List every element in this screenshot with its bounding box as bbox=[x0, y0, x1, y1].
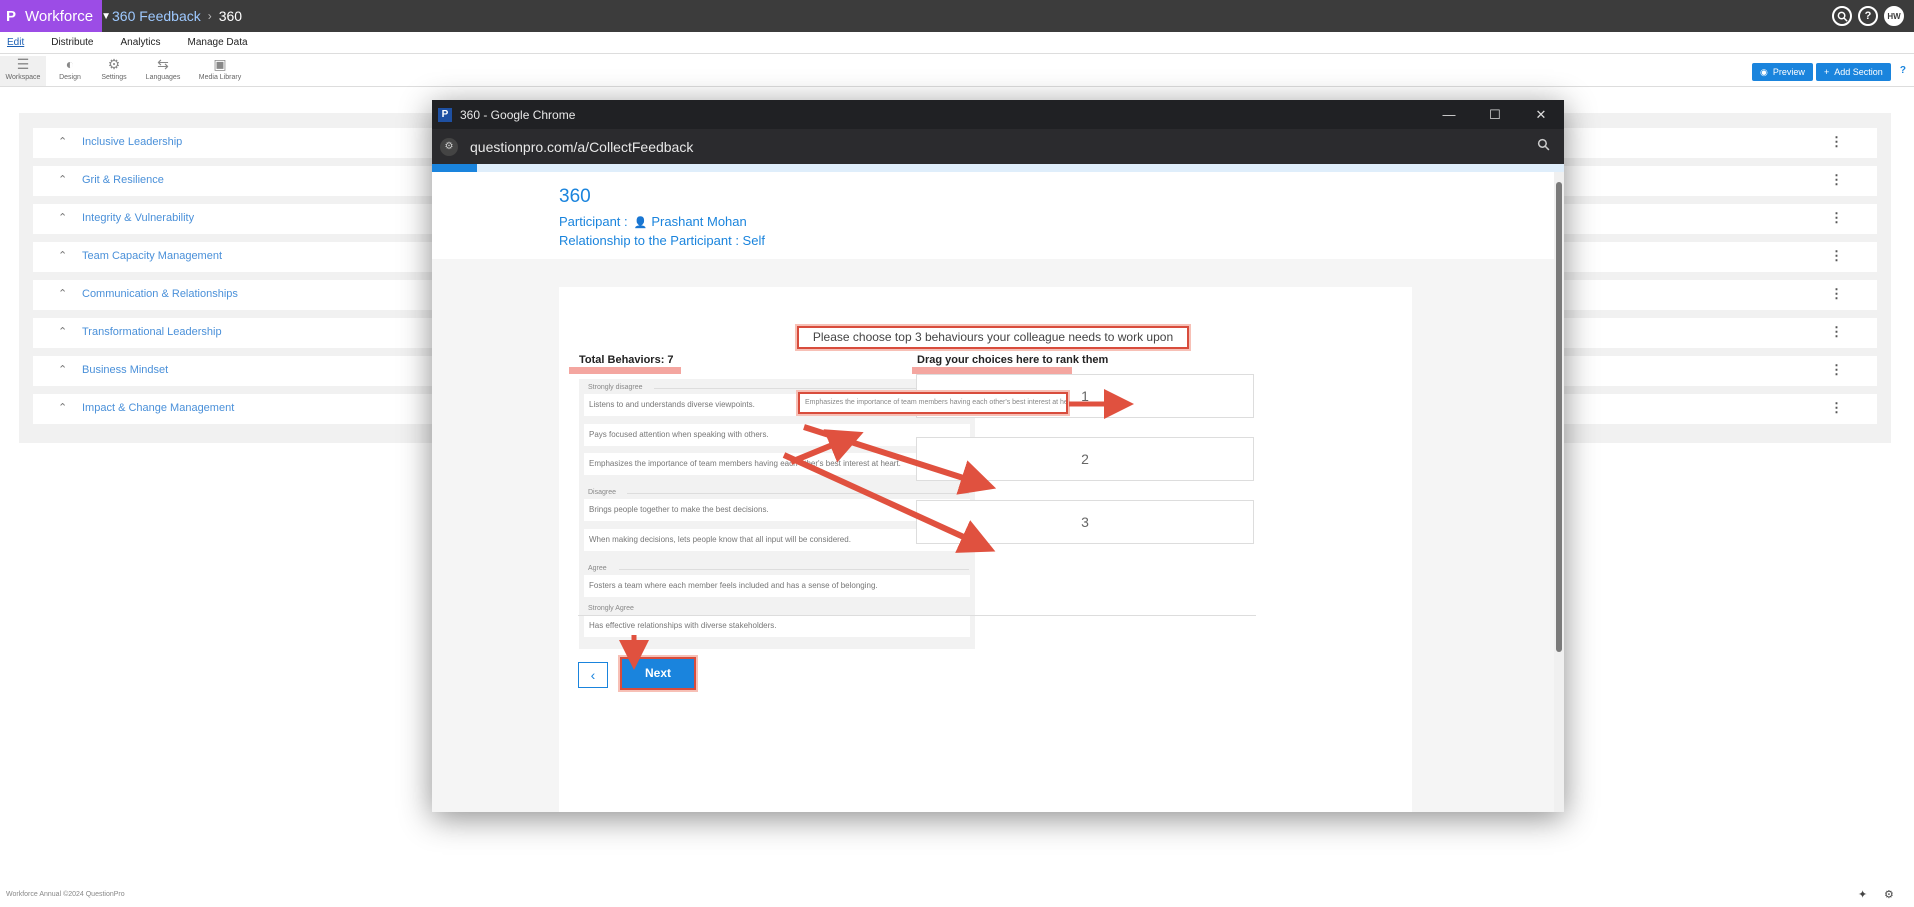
kebab-menu-icon[interactable]: ⋮ bbox=[1830, 286, 1843, 302]
menu-distribute[interactable]: Distribute bbox=[51, 37, 93, 48]
scrollbar[interactable] bbox=[1554, 172, 1564, 812]
participant-name: Prashant Mohan bbox=[651, 214, 747, 229]
add-section-button[interactable]: + Add Section bbox=[1816, 63, 1891, 81]
annotation-arrows bbox=[619, 389, 1134, 670]
list-icon: ☰ bbox=[16, 56, 30, 72]
sparkle-icon[interactable]: ✦ bbox=[1858, 888, 1867, 901]
minimize-icon[interactable]: — bbox=[1426, 100, 1472, 129]
tool-label: Design bbox=[59, 74, 81, 81]
address-bar[interactable]: ⚙ questionpro.com/a/CollectFeedback bbox=[432, 129, 1564, 164]
menu-analytics[interactable]: Analytics bbox=[120, 37, 160, 48]
section-title[interactable]: Integrity & Vulnerability bbox=[82, 212, 194, 224]
tool-settings[interactable]: ⚙ Settings bbox=[91, 56, 137, 81]
tool-label: Settings bbox=[101, 74, 127, 81]
kebab-menu-icon[interactable]: ⋮ bbox=[1830, 324, 1843, 340]
collapse-icon[interactable]: ⌃ bbox=[58, 173, 67, 186]
tool-label: Workspace bbox=[5, 74, 41, 81]
progress-bar bbox=[432, 164, 1564, 172]
tool-label: Languages bbox=[145, 74, 181, 81]
kebab-menu-icon[interactable]: ⋮ bbox=[1830, 172, 1843, 188]
maximize-icon[interactable]: ☐ bbox=[1472, 100, 1518, 129]
relationship-line: Relationship to the Participant : Self bbox=[559, 233, 765, 248]
brand-switcher[interactable]: P Workforce ▼ bbox=[0, 0, 111, 32]
survey-title: 360 bbox=[559, 186, 591, 207]
kebab-menu-icon[interactable]: ⋮ bbox=[1830, 210, 1843, 226]
tool-workspace[interactable]: ☰ Workspace bbox=[0, 56, 46, 86]
brand-logo-icon: P bbox=[6, 7, 17, 25]
collapse-icon[interactable]: ⌃ bbox=[58, 325, 67, 338]
menu-bar: Edit Distribute Analytics Manage Data bbox=[0, 32, 1914, 54]
plus-icon: + bbox=[1824, 67, 1830, 77]
question-card: Please choose top 3 behaviours your coll… bbox=[559, 287, 1412, 812]
preview-button[interactable]: ◉ Preview bbox=[1752, 63, 1813, 81]
footer-copyright: Workforce Annual ©2024 QuestionPro bbox=[6, 891, 125, 898]
collapse-icon[interactable]: ⌃ bbox=[58, 401, 67, 414]
caret-down-icon: ▼ bbox=[101, 10, 111, 22]
chrome-popup-window: P 360 - Google Chrome — ☐ ✕ ⚙ questionpr… bbox=[432, 100, 1564, 812]
search-icon[interactable] bbox=[1832, 6, 1852, 26]
zoom-icon[interactable] bbox=[1537, 138, 1550, 154]
survey-content: 360 Participant : 👤 Prashant Mohan Relatio… bbox=[432, 172, 1554, 812]
kebab-menu-icon[interactable]: ⋮ bbox=[1830, 400, 1843, 416]
top-bar: P Workforce ▼ 360 Feedback › 360 ? HW bbox=[0, 0, 1914, 32]
menu-edit[interactable]: Edit bbox=[7, 37, 24, 48]
tool-languages[interactable]: ⇆ Languages bbox=[140, 56, 186, 81]
section-title[interactable]: Business Mindset bbox=[82, 364, 168, 376]
tool-design[interactable]: ◐ Design bbox=[47, 56, 93, 81]
breadcrumb-current: 360 bbox=[218, 8, 243, 24]
tool-media-library[interactable]: ▣ Media Library bbox=[197, 56, 243, 81]
participant-label: Participant : bbox=[559, 214, 628, 229]
image-icon: ▣ bbox=[213, 56, 227, 72]
window-title: 360 - Google Chrome bbox=[460, 107, 576, 122]
chevron-right-icon: › bbox=[207, 9, 212, 23]
collapse-icon[interactable]: ⌃ bbox=[58, 363, 67, 376]
collapse-icon[interactable]: ⌃ bbox=[58, 249, 67, 262]
preview-label: Preview bbox=[1772, 67, 1805, 77]
site-info-icon[interactable]: ⚙ bbox=[440, 137, 458, 156]
window-controls: — ☐ ✕ bbox=[1426, 100, 1564, 129]
arrow-annotation bbox=[782, 452, 996, 553]
top-icons: ? HW bbox=[1832, 6, 1904, 26]
scrollbar-thumb[interactable] bbox=[1556, 182, 1562, 652]
breadcrumb: 360 Feedback › 360 bbox=[112, 0, 242, 32]
kebab-menu-icon[interactable]: ⋮ bbox=[1830, 134, 1843, 150]
eye-icon: ◉ bbox=[1760, 66, 1768, 77]
breadcrumb-link[interactable]: 360 Feedback bbox=[112, 8, 201, 24]
section-title[interactable]: Team Capacity Management bbox=[82, 250, 222, 262]
palette-icon: ◐ bbox=[65, 56, 75, 72]
participant-line: Participant : 👤 Prashant Mohan bbox=[559, 214, 747, 229]
kebab-menu-icon[interactable]: ⋮ bbox=[1830, 362, 1843, 378]
questionpro-logo-icon: P bbox=[438, 107, 452, 122]
progress-fill bbox=[432, 164, 478, 172]
person-icon: 👤 bbox=[633, 217, 648, 229]
survey-header: 360 Participant : 👤 Prashant Mohan Relatio… bbox=[432, 172, 1554, 259]
collapse-icon[interactable]: ⌃ bbox=[58, 135, 67, 148]
url-text[interactable]: questionpro.com/a/CollectFeedback bbox=[470, 139, 693, 155]
collapse-icon[interactable]: ⌃ bbox=[58, 211, 67, 224]
accessibility-icon[interactable]: ⚙ bbox=[1884, 888, 1894, 901]
section-title[interactable]: Transformational Leadership bbox=[82, 326, 222, 338]
arrow-annotation bbox=[789, 429, 864, 465]
section-title[interactable]: Inclusive Leadership bbox=[82, 136, 182, 148]
menu-manage-data[interactable]: Manage Data bbox=[188, 37, 248, 48]
gear-icon: ⚙ bbox=[107, 56, 121, 72]
close-icon[interactable]: ✕ bbox=[1518, 100, 1564, 129]
help-icon[interactable]: ? bbox=[1900, 65, 1906, 76]
user-avatar[interactable]: HW bbox=[1884, 6, 1904, 26]
tool-label: Media Library bbox=[198, 74, 242, 81]
help-icon[interactable]: ? bbox=[1858, 6, 1878, 26]
toolbar: ☰ Workspace ◐ Design ⚙ Settings ⇆ Langua… bbox=[0, 54, 1914, 87]
collapse-icon[interactable]: ⌃ bbox=[58, 287, 67, 300]
window-title-bar: P 360 - Google Chrome — ☐ ✕ bbox=[432, 100, 1564, 129]
translate-icon: ⇆ bbox=[157, 56, 169, 72]
kebab-menu-icon[interactable]: ⋮ bbox=[1830, 248, 1843, 264]
section-title[interactable]: Grit & Resilience bbox=[82, 174, 164, 186]
section-title[interactable]: Impact & Change Management bbox=[82, 402, 234, 414]
section-title[interactable]: Communication & Relationships bbox=[82, 288, 238, 300]
brand-name: Workforce bbox=[25, 7, 94, 25]
add-section-label: Add Section bbox=[1834, 67, 1883, 77]
